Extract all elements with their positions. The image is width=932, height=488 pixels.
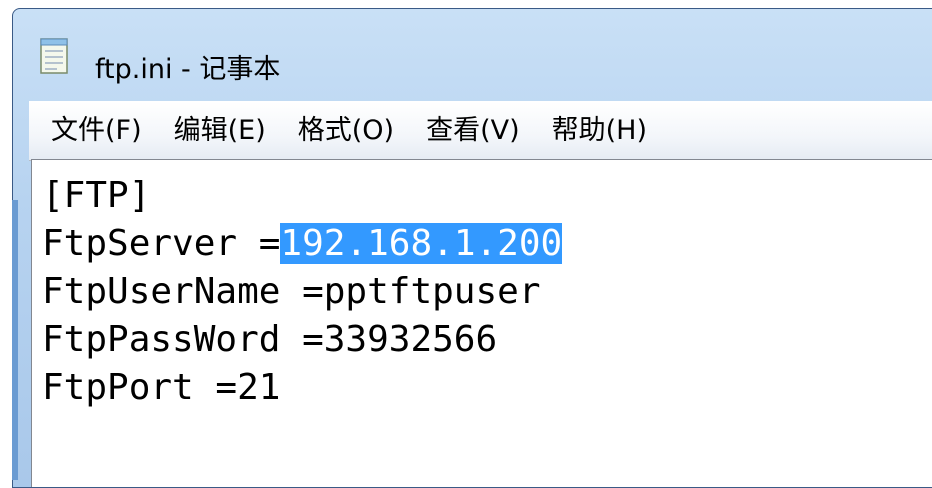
notepad-window: ftp.ini - 记事本 文件(F) 编辑(E) 格式(O) 查看(V) 帮助… [12, 8, 932, 488]
ftp-server-key: FtpServer = [42, 223, 281, 264]
menu-edit-label: 编辑 [173, 115, 228, 146]
editor-line: [FTP] [42, 175, 151, 216]
editor-line: FtpPassWord =33932566 [42, 319, 498, 360]
menu-file[interactable]: 文件(F) [29, 102, 158, 160]
menu-help-label: 帮助 [551, 115, 606, 146]
text-editor[interactable]: [FTP] FtpServer =192.168.1.200 FtpUserNa… [31, 159, 932, 487]
menu-view-key: (V) [480, 115, 520, 146]
title-bar[interactable]: ftp.ini - 记事本 [13, 9, 932, 97]
menu-file-label: 文件 [51, 115, 105, 146]
window-title: ftp.ini - 记事本 [95, 54, 281, 85]
menu-view[interactable]: 查看(V) [410, 102, 536, 160]
menu-format-key: (O) [351, 115, 395, 146]
menu-format-label: 格式 [297, 115, 352, 146]
menu-view-label: 查看 [426, 115, 481, 146]
editor-line: FtpUserName =pptftpuser [42, 271, 541, 312]
menu-help-key: (H) [605, 115, 647, 146]
menu-file-key: (F) [105, 115, 142, 146]
menu-help[interactable]: 帮助(H) [536, 102, 663, 160]
editor-line: FtpPort =21 [42, 367, 281, 408]
menu-edit-key: (E) [227, 115, 266, 146]
selected-text: 192.168.1.200 [280, 223, 563, 264]
notepad-icon [40, 38, 68, 74]
menu-edit[interactable]: 编辑(E) [158, 102, 282, 160]
menu-bar: 文件(F) 编辑(E) 格式(O) 查看(V) 帮助(H) [29, 101, 932, 161]
menu-format[interactable]: 格式(O) [282, 102, 410, 160]
editor-line: FtpServer =192.168.1.200 [42, 220, 932, 268]
window-frame-edge [12, 200, 18, 480]
